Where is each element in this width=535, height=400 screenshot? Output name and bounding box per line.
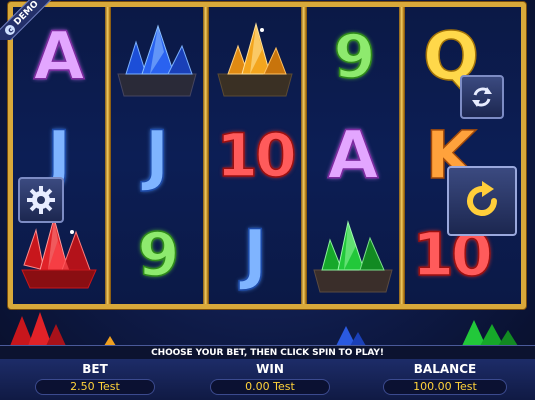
reel-5: Q K 10 [405,7,521,304]
balance-section: BALANCE 100.00 Test [380,359,510,400]
reel-frame: A J J 9 10 J 9 A Q K 10 [8,2,526,309]
symbol-a: A [327,116,380,194]
bet-label: BET [82,362,108,376]
balance-label: BALANCE [413,362,477,376]
green-crystal-icon [307,205,399,304]
autoplay-button[interactable] [460,75,504,119]
reel-4: 9 A [307,7,399,304]
spin-icon [467,181,497,216]
autoplay-icon [472,87,492,107]
reel-3: 10 J [209,7,301,304]
blue-crystal-icon [111,7,203,106]
symbol-9: 9 [333,21,376,92]
settings-button[interactable] [18,177,64,223]
decor-strip [0,310,535,346]
bet-section[interactable]: BET 2.50 Test [30,359,160,400]
symbol-j: J [242,215,268,293]
balance-value: 100.00 Test [383,379,507,395]
reel-2: J 9 [111,7,203,304]
symbol-j: J [144,116,170,194]
symbol-10: 10 [216,120,298,191]
instruction-message: CHOOSE YOUR BET, THEN CLICK SPIN TO PLAY… [0,345,535,359]
reel-1: A J [13,7,105,304]
win-value: 0.00 Test [210,379,330,395]
spin-button[interactable] [447,166,517,236]
decor-crystals-icon [10,312,518,346]
gear-icon [27,186,55,214]
info-panel: BET 2.50 Test WIN 0.00 Test BALANCE 100.… [0,359,535,400]
bet-value[interactable]: 2.50 Test [35,379,155,395]
orange-crystal-icon [209,7,301,106]
win-label: WIN [256,362,284,376]
symbol-9: 9 [137,219,180,290]
coin-icon: c [3,22,18,37]
demo-badge: c DEMO [0,0,54,40]
win-section: WIN 0.00 Test [205,359,335,400]
